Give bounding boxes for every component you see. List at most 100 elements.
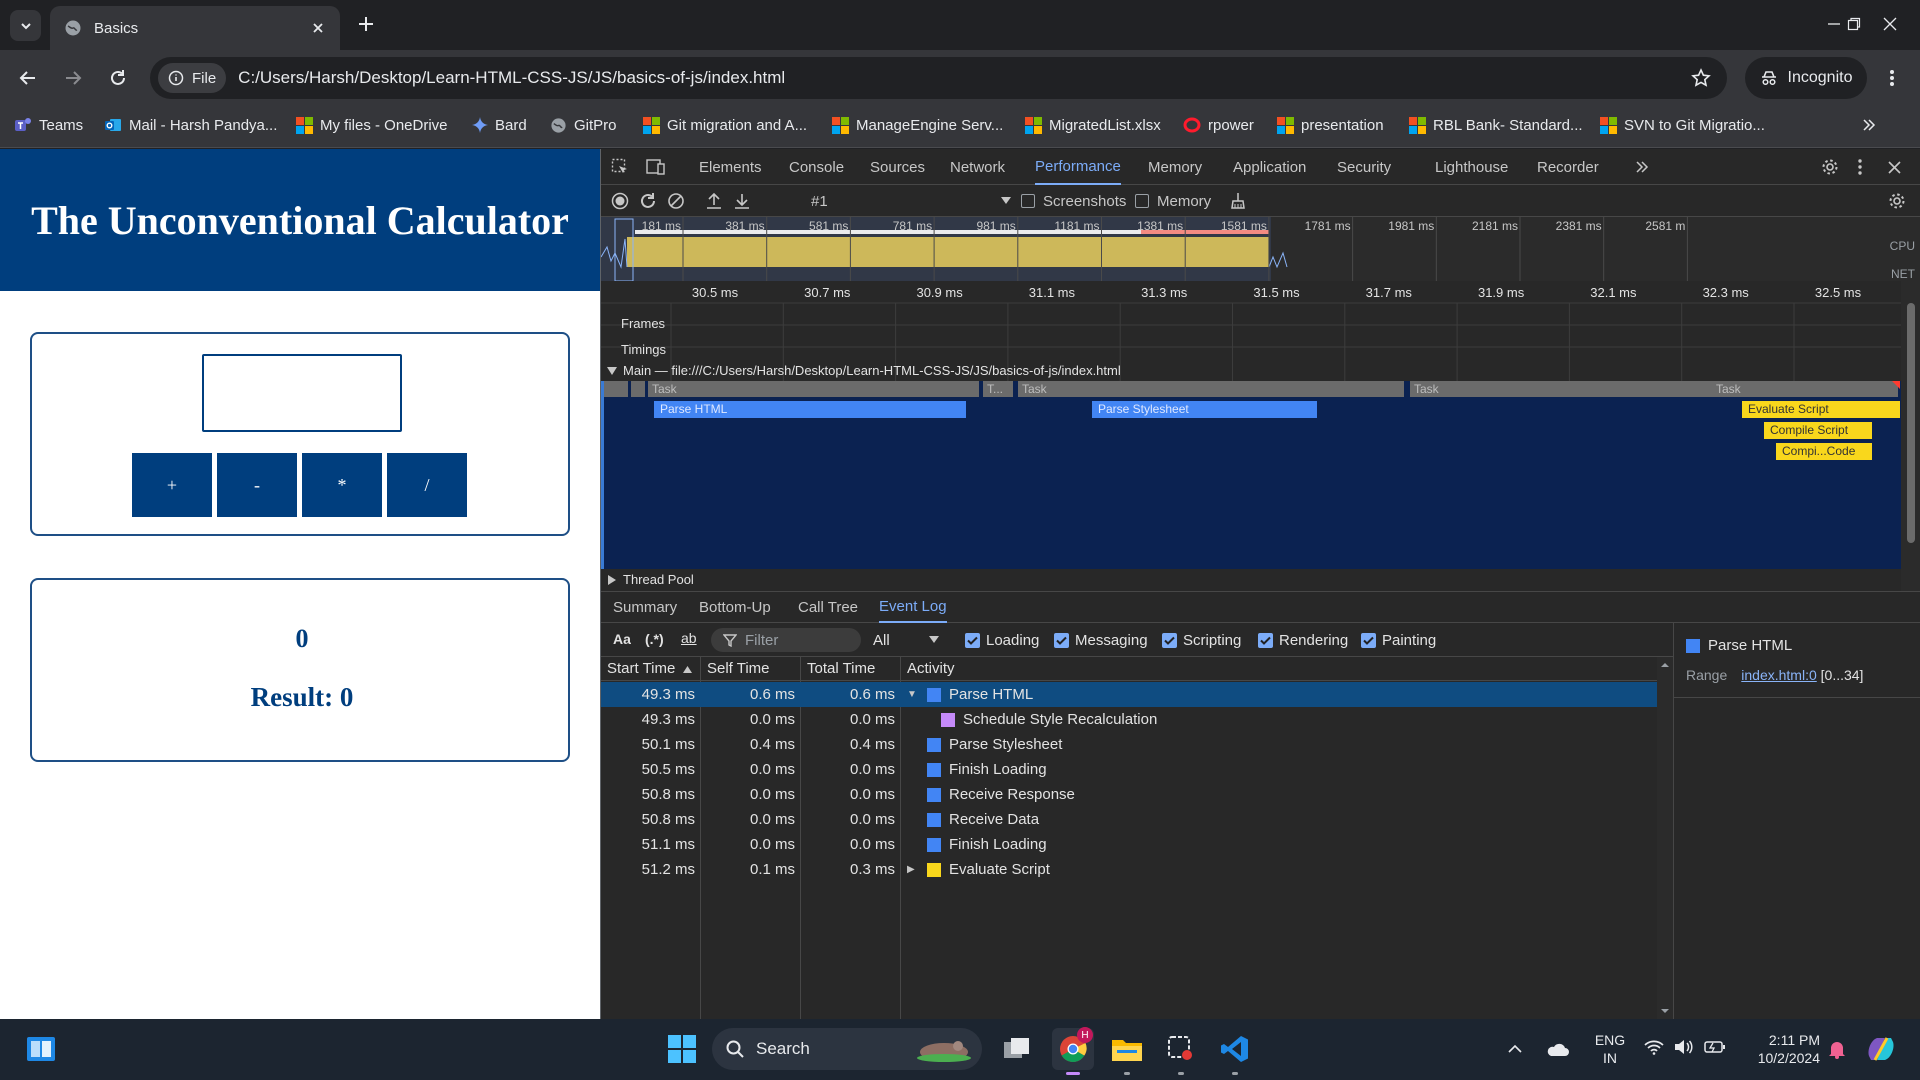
capture-settings-button[interactable]: [1888, 192, 1906, 210]
filter-messaging[interactable]: Messaging: [1054, 623, 1148, 657]
table-row[interactable]: 50.8 ms 0.0 ms 0.0 ms Receive Response: [601, 782, 1657, 807]
screenshots-toggle[interactable]: Screenshots: [1021, 185, 1126, 217]
close-devtools-button[interactable]: [1888, 149, 1901, 185]
record-button[interactable]: [611, 192, 629, 210]
filter-loading[interactable]: Loading: [965, 623, 1039, 657]
multiply-button[interactable]: *: [302, 453, 382, 517]
bookmark-mail[interactable]: Mail - Harsh Pandya...: [104, 106, 277, 144]
flame-chart[interactable]: 30.5 ms 30.7 ms 30.9 ms 31.1 ms 31.3 ms 31.5 …: [601, 281, 1920, 591]
inspect-element-button[interactable]: [611, 149, 629, 185]
header-activity[interactable]: Activity: [907, 657, 955, 681]
tab-summary[interactable]: Summary: [613, 592, 677, 623]
close-window-button[interactable]: [1870, 8, 1910, 40]
incognito-profile-button[interactable]: Incognito: [1745, 57, 1867, 99]
new-tab-button[interactable]: [352, 10, 380, 38]
tab-application[interactable]: Application: [1233, 149, 1306, 185]
task-bar[interactable]: Task: [1018, 381, 1404, 397]
number-input[interactable]: [202, 354, 402, 432]
range-source-link[interactable]: index.html:0: [1741, 667, 1816, 683]
task-bar[interactable]: Task: [1712, 381, 1898, 397]
tab-search-button[interactable]: [10, 10, 41, 41]
table-row[interactable]: 50.8 ms 0.0 ms 0.0 ms Receive Data: [601, 807, 1657, 832]
task-bar[interactable]: [631, 381, 645, 397]
table-row[interactable]: 51.2 ms 0.1 ms 0.3 ms ▶ Evaluate Script: [601, 857, 1657, 882]
header-total-time[interactable]: Total Time: [807, 657, 875, 681]
task-bar[interactable]: Task: [648, 381, 979, 397]
close-tab-button[interactable]: [304, 14, 332, 42]
save-profile-button[interactable]: [733, 192, 751, 210]
expand-toggle-icon[interactable]: ▼: [907, 682, 927, 707]
track-frames[interactable]: Frames: [621, 316, 665, 331]
bookmark-gitpro[interactable]: GitPro: [550, 106, 617, 144]
scrollbar-thumb[interactable]: [1907, 303, 1915, 543]
clock[interactable]: 2:11 PM 10/2/2024: [1740, 1031, 1820, 1067]
bookmark-star-button[interactable]: [1681, 68, 1721, 88]
tab-memory[interactable]: Memory: [1148, 149, 1202, 185]
regex-button[interactable]: (.*): [645, 631, 664, 647]
filter-scripting[interactable]: Scripting: [1162, 623, 1241, 657]
tab-console[interactable]: Console: [789, 149, 844, 185]
taskbar-file-explorer[interactable]: [1106, 1028, 1148, 1075]
more-tabs-button[interactable]: [1635, 149, 1649, 185]
parse-stylesheet-event[interactable]: Parse Stylesheet: [1092, 401, 1317, 418]
expand-toggle-icon[interactable]: ▶: [907, 857, 927, 882]
devtools-settings-button[interactable]: [1821, 149, 1839, 185]
system-tray-status[interactable]: [1644, 1039, 1726, 1055]
filter-input[interactable]: Filter: [711, 628, 861, 652]
whole-word-button[interactable]: ab: [681, 630, 697, 646]
forward-button[interactable]: [55, 60, 91, 96]
back-button[interactable]: [10, 60, 46, 96]
table-row[interactable]: 50.1 ms 0.4 ms 0.4 ms Parse Stylesheet: [601, 732, 1657, 757]
browser-tab-basics[interactable]: Basics: [50, 6, 340, 50]
bookmark-manageengine[interactable]: ManageEngine Serv...: [832, 106, 1003, 144]
reload-button[interactable]: [100, 60, 136, 96]
header-self-time[interactable]: Self Time: [707, 657, 770, 681]
subtract-button[interactable]: -: [217, 453, 297, 517]
memory-toggle[interactable]: Memory: [1135, 185, 1211, 217]
taskbar-chrome[interactable]: H: [1052, 1027, 1094, 1075]
tab-network[interactable]: Network: [950, 149, 1005, 185]
devtools-menu-button[interactable]: [1858, 149, 1862, 185]
table-row[interactable]: 50.5 ms 0.0 ms 0.0 ms Finish Loading: [601, 757, 1657, 782]
divide-button[interactable]: /: [387, 453, 467, 517]
timeline-overview[interactable]: 181 ms 381 ms 581 ms 781 ms 981 ms 1181 ms 138…: [601, 217, 1920, 281]
browser-menu-button[interactable]: [1878, 64, 1906, 92]
bookmark-presentation[interactable]: presentation: [1277, 106, 1384, 144]
bookmark-onedrive[interactable]: My files - OneDrive: [296, 106, 448, 144]
track-main-header[interactable]: Main — file:///C:/Users/Harsh/Desktop/Le…: [607, 363, 1121, 378]
bookmark-rpower[interactable]: rpower: [1183, 106, 1254, 144]
language-indicator[interactable]: ENG IN: [1590, 1031, 1630, 1067]
notifications-button[interactable]: [1822, 1028, 1852, 1070]
tab-lighthouse[interactable]: Lighthouse: [1435, 149, 1508, 185]
tab-call-tree[interactable]: Call Tree: [798, 592, 858, 623]
tab-bottom-up[interactable]: Bottom-Up: [699, 592, 771, 623]
track-timings[interactable]: Timings: [621, 342, 666, 357]
filter-rendering[interactable]: Rendering: [1258, 623, 1348, 657]
compile-code-event[interactable]: Compi...Code: [1776, 443, 1872, 460]
table-row[interactable]: 49.3 ms 0.0 ms 0.0 ms Schedule Style Recalc…: [601, 707, 1657, 732]
clear-button[interactable]: [667, 192, 685, 210]
track-thread-pool[interactable]: Thread Pool: [607, 572, 694, 587]
task-view-button[interactable]: [996, 1028, 1038, 1070]
onedrive-tray[interactable]: [1540, 1028, 1574, 1070]
bookmark-teams[interactable]: Teams: [14, 106, 83, 144]
restore-window-button-real[interactable]: [1834, 8, 1874, 40]
start-button[interactable]: [661, 1028, 703, 1070]
add-button[interactable]: +: [132, 453, 212, 517]
task-bar[interactable]: Task: [1410, 381, 1712, 397]
reload-profile-button[interactable]: [639, 192, 657, 210]
bookmark-migratedlist[interactable]: MigratedList.xlsx: [1025, 106, 1161, 144]
tab-performance[interactable]: Performance: [1035, 149, 1121, 185]
recording-selector[interactable]: #1: [811, 185, 1011, 217]
copilot-button[interactable]: [1860, 1028, 1902, 1070]
header-start-time[interactable]: Start Time: [607, 657, 693, 681]
bookmark-git-migration[interactable]: Git migration and A...: [643, 106, 807, 144]
site-info-chip[interactable]: File: [158, 63, 227, 93]
taskbar-search[interactable]: Search: [712, 1028, 982, 1070]
duration-dropdown[interactable]: All: [873, 623, 939, 657]
device-toolbar-button[interactable]: [646, 149, 666, 185]
table-row[interactable]: 51.1 ms 0.0 ms 0.0 ms Finish Loading: [601, 832, 1657, 857]
task-bar[interactable]: T...: [983, 381, 1013, 397]
bookmark-bard[interactable]: Bard: [472, 106, 527, 144]
tab-elements[interactable]: Elements: [699, 149, 762, 185]
